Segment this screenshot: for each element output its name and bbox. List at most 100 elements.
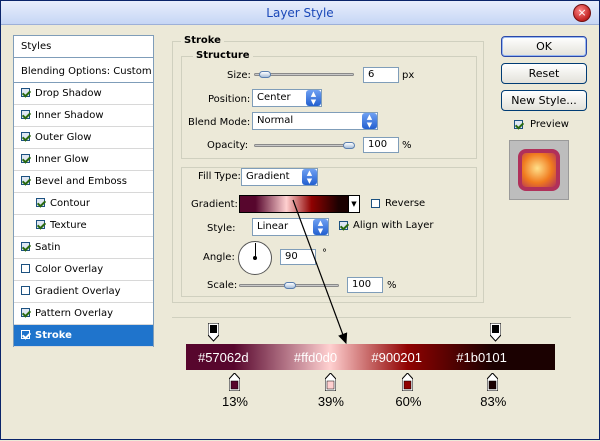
style-item-inner-shadow[interactable]: Inner Shadow [14,105,153,127]
stop-location-label: 83% [480,394,507,409]
scale-slider[interactable] [239,282,339,289]
style-item-satin[interactable]: Satin [14,237,153,259]
stop-hex-label: #57062d [197,350,249,365]
style-item-label: Drop Shadow [35,88,102,99]
scale-slider-thumb[interactable] [284,282,296,289]
stop-hex-label: #900201 [371,350,423,365]
style-item-checkbox[interactable] [21,132,30,141]
style-item-checkbox[interactable] [36,198,45,207]
opacity-unit: % [402,140,412,151]
scale-unit: % [387,280,397,291]
chevron-down-icon[interactable]: ▼ [348,196,359,212]
opacity-slider[interactable] [254,142,355,149]
align-with-layer-checkbox[interactable] [339,221,348,230]
reverse-checkbox[interactable] [371,199,380,208]
style-item-texture[interactable]: Texture [14,215,153,237]
position-select[interactable]: Center ▲ ▼ [252,89,322,107]
style-item-checkbox[interactable] [21,264,30,273]
dropdown-arrow-icon: ▲ ▼ [306,90,321,106]
new-style-button[interactable]: New Style... [501,90,587,111]
style-item-checkbox[interactable] [21,110,30,119]
dropdown-arrow-icon: ▲ ▼ [302,169,317,185]
style-item-checkbox[interactable] [21,154,30,163]
fill-type-value: Gradient [246,171,290,182]
angle-dial[interactable] [238,241,272,275]
title-bar[interactable]: Layer Style × [1,1,599,25]
color-stop-marker[interactable] [401,372,414,392]
style-select[interactable]: Linear ▲ ▼ [252,218,329,236]
fill-type-label: Fill Type: [198,171,241,182]
scale-label: Scale: [207,280,238,291]
structure-title: Structure [193,50,253,61]
stop-location-label: 13% [221,394,248,409]
style-item-stroke[interactable]: Stroke [14,325,153,347]
style-item-label: Inner Shadow [35,110,104,121]
window-title: Layer Style [266,6,334,20]
dropdown-arrow-icon: ▲ ▼ [313,219,328,235]
opacity-slider-thumb[interactable] [343,142,355,149]
style-item-outer-glow[interactable]: Outer Glow [14,127,153,149]
styles-heading[interactable]: Styles [14,36,153,58]
stop-hex-label: #1b0101 [456,350,507,365]
style-item-label: Texture [50,220,87,231]
align-with-layer-label: Align with Layer [353,220,434,231]
style-preview-thumbnail [509,140,569,200]
style-item-label: Satin [35,242,61,253]
style-item-label: Bevel and Emboss [35,176,127,187]
style-item-label: Gradient Overlay [35,286,121,297]
preview-checkbox[interactable] [514,120,523,129]
scale-input[interactable]: 100 [347,277,383,293]
opacity-stop-marker[interactable] [207,322,220,342]
position-label: Position: [208,94,251,105]
preview-label: Preview [530,119,569,130]
stroke-title: Stroke [181,35,224,46]
size-slider[interactable] [254,71,354,78]
style-item-checkbox[interactable] [21,242,30,251]
style-item-contour[interactable]: Contour [14,193,153,215]
reset-button[interactable]: Reset [501,63,587,84]
blend-mode-value: Normal [257,115,294,126]
style-item-color-overlay[interactable]: Color Overlay [14,259,153,281]
style-item-checkbox[interactable] [36,220,45,229]
styles-list: Styles Blending Options: Custom Drop Sha… [13,35,154,347]
color-stop-marker[interactable] [324,372,337,392]
style-item-checkbox[interactable] [21,330,30,339]
style-label: Style: [207,223,236,234]
style-item-drop-shadow[interactable]: Drop Shadow [14,83,153,105]
close-button[interactable]: × [573,4,591,22]
preview-swatch [518,149,560,191]
size-input[interactable]: 6 [363,67,399,83]
size-unit: px [402,70,415,81]
blend-mode-select[interactable]: Normal ▲ ▼ [252,112,378,130]
opacity-stop-marker[interactable] [489,322,502,342]
angle-input[interactable]: 90 [280,249,316,265]
stop-location-label: 60% [395,394,422,409]
style-item-checkbox[interactable] [21,286,30,295]
style-item-pattern-overlay[interactable]: Pattern Overlay [14,303,153,325]
size-slider-thumb[interactable] [259,71,272,78]
style-item-label: Color Overlay [35,264,104,275]
style-item-checkbox[interactable] [21,88,30,97]
style-item-gradient-overlay[interactable]: Gradient Overlay [14,281,153,303]
style-item-checkbox[interactable] [21,308,30,317]
angle-unit: ° [322,248,327,259]
blending-options-item[interactable]: Blending Options: Custom [14,61,153,83]
opacity-label: Opacity: [207,140,249,151]
opacity-input[interactable]: 100 [363,137,399,153]
style-item-checkbox[interactable] [21,176,30,185]
style-item-label: Pattern Overlay [35,308,114,319]
style-item-label: Inner Glow [35,154,89,165]
color-stop-marker[interactable] [486,372,499,392]
angle-label: Angle: [203,252,235,263]
stop-hex-label: #ffd0d0 [293,350,338,365]
layer-style-dialog: Layer Style × Styles Blending Options: C… [0,0,600,440]
style-value: Linear [257,221,289,232]
style-item-bevel-and-emboss[interactable]: Bevel and Emboss [14,171,153,193]
reverse-label: Reverse [385,198,426,209]
gradient-picker[interactable]: ▼ [239,195,360,213]
fill-type-select[interactable]: Gradient ▲ ▼ [241,168,318,186]
style-item-label: Outer Glow [35,132,92,143]
style-item-inner-glow[interactable]: Inner Glow [14,149,153,171]
ok-button[interactable]: OK [501,36,587,57]
color-stop-marker[interactable] [228,372,241,392]
